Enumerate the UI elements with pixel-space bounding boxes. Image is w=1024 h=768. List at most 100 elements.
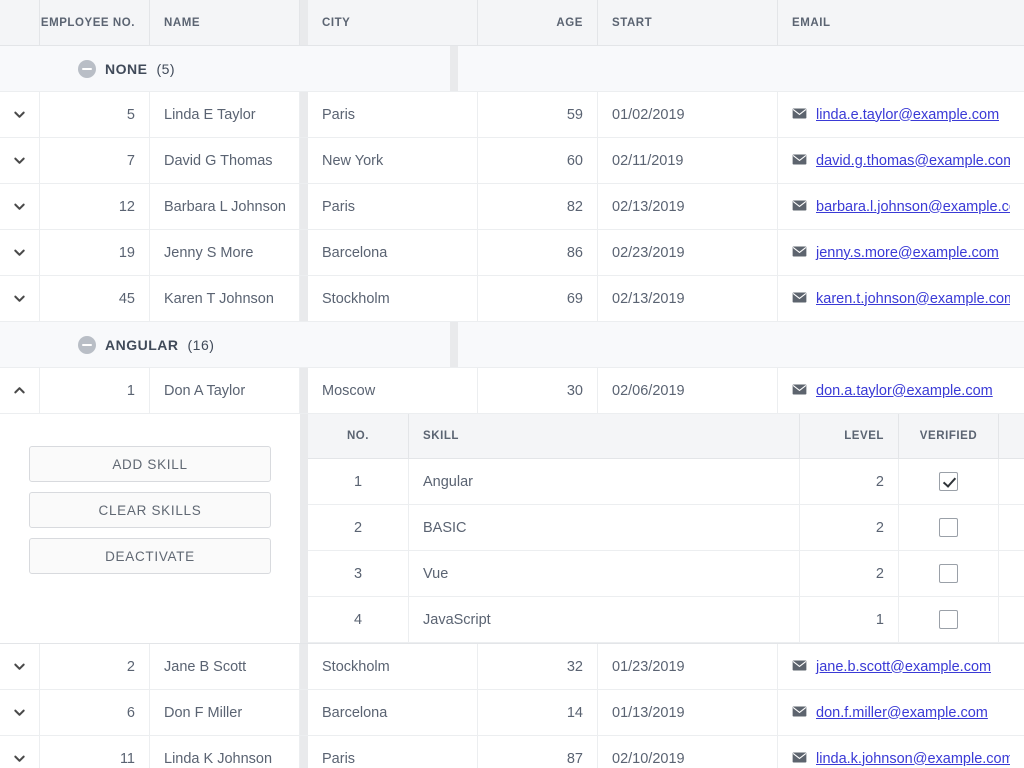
header-age[interactable]: AGE xyxy=(478,0,598,45)
cell-employee-no: 19 xyxy=(40,230,150,275)
table-row[interactable]: 11Linda K JohnsonParis8702/10/2019linda.… xyxy=(0,736,1024,768)
verified-checkbox[interactable] xyxy=(939,610,958,629)
email-link[interactable]: jane.b.scott@example.com xyxy=(816,659,991,675)
cell-email: barbara.l.johnson@example.com xyxy=(778,184,1024,229)
clear-skills-button[interactable]: CLEAR SKILLS xyxy=(29,492,271,528)
chevron-down-icon[interactable] xyxy=(13,292,26,305)
group-header-angular[interactable]: ANGULAR (16) xyxy=(0,322,1024,368)
skill-row[interactable]: 3Vue2 xyxy=(308,551,1024,597)
email-link[interactable]: linda.e.taylor@example.com xyxy=(816,107,999,123)
add-skill-button[interactable]: ADD SKILL xyxy=(29,446,271,482)
cell-skill-name: Vue xyxy=(409,551,800,596)
cell-name: Jenny S More xyxy=(150,230,300,275)
group-row-filler xyxy=(458,322,1024,367)
skill-row[interactable]: 4JavaScript1 xyxy=(308,597,1024,643)
cell-skill-no: 4 xyxy=(308,597,409,642)
cell-name: Jane B Scott xyxy=(150,644,300,689)
group-label-wrap[interactable]: NONE (5) xyxy=(40,46,450,91)
cell-age: 69 xyxy=(478,276,598,321)
header-start[interactable]: START xyxy=(598,0,778,45)
cell-skill-verified[interactable] xyxy=(899,597,999,642)
header-city[interactable]: CITY xyxy=(308,0,478,45)
table-row[interactable]: 2Jane B ScottStockholm3201/23/2019jane.b… xyxy=(0,644,1024,690)
row-expand-toggle[interactable] xyxy=(0,736,40,768)
chevron-down-icon[interactable] xyxy=(13,660,26,673)
email-link[interactable]: jenny.s.more@example.com xyxy=(816,245,999,261)
verified-checkbox[interactable] xyxy=(939,472,958,491)
cell-employee-no: 7 xyxy=(40,138,150,183)
row-expand-toggle[interactable] xyxy=(0,230,40,275)
mail-icon xyxy=(792,107,807,123)
chevron-down-icon[interactable] xyxy=(13,200,26,213)
cell-start: 01/23/2019 xyxy=(598,644,778,689)
cell-city: Moscow xyxy=(308,368,478,413)
circle-minus-icon[interactable] xyxy=(78,60,96,78)
frozen-column-divider xyxy=(300,736,308,768)
header-skill-verified[interactable]: VERIFIED xyxy=(899,414,999,458)
circle-minus-icon[interactable] xyxy=(78,336,96,354)
group-header-none[interactable]: NONE (5) xyxy=(0,46,1024,92)
email-link[interactable]: barbara.l.johnson@example.com xyxy=(816,199,1010,215)
row-expand-toggle[interactable] xyxy=(0,138,40,183)
chevron-up-icon[interactable] xyxy=(13,384,26,397)
table-row[interactable]: 7David G ThomasNew York6002/11/2019david… xyxy=(0,138,1024,184)
row-expand-toggle[interactable] xyxy=(0,184,40,229)
cell-skill-verified[interactable] xyxy=(899,551,999,596)
row-expand-toggle[interactable] xyxy=(0,368,40,413)
cell-age: 87 xyxy=(478,736,598,768)
frozen-column-divider xyxy=(300,276,308,321)
chevron-down-icon[interactable] xyxy=(13,752,26,765)
table-row[interactable]: 12Barbara L JohnsonParis8202/13/2019barb… xyxy=(0,184,1024,230)
table-row[interactable]: 19Jenny S MoreBarcelona8602/23/2019jenny… xyxy=(0,230,1024,276)
header-skill-name[interactable]: SKILL xyxy=(409,414,800,458)
table-row[interactable]: 6Don F MillerBarcelona1401/13/2019don.f.… xyxy=(0,690,1024,736)
email-link[interactable]: david.g.thomas@example.com xyxy=(816,153,1010,169)
cell-start: 01/02/2019 xyxy=(598,92,778,137)
group-label-wrap[interactable]: ANGULAR (16) xyxy=(40,322,450,367)
cell-skill-verified[interactable] xyxy=(899,459,999,504)
skill-row[interactable]: 2BASIC2 xyxy=(308,505,1024,551)
skill-row[interactable]: 1Angular2 xyxy=(308,459,1024,505)
cell-skill-name: JavaScript xyxy=(409,597,800,642)
header-employee-no[interactable]: EMPLOYEE NO. xyxy=(40,0,150,45)
header-email[interactable]: EMAIL xyxy=(778,0,1024,45)
header-expand-spacer xyxy=(0,0,40,45)
cell-skill-level: 2 xyxy=(800,459,899,504)
cell-email: jenny.s.more@example.com xyxy=(778,230,1024,275)
header-skill-no[interactable]: NO. xyxy=(308,414,409,458)
frozen-column-divider xyxy=(450,322,458,367)
table-row[interactable]: 45Karen T JohnsonStockholm6902/13/2019ka… xyxy=(0,276,1024,322)
email-link[interactable]: karen.t.johnson@example.com xyxy=(816,291,1010,307)
row-expand-toggle[interactable] xyxy=(0,644,40,689)
email-link[interactable]: don.f.miller@example.com xyxy=(816,705,988,721)
cell-employee-no: 5 xyxy=(40,92,150,137)
verified-checkbox[interactable] xyxy=(939,518,958,537)
employee-data-grid: EMPLOYEE NO. NAME CITY AGE START EMAIL N… xyxy=(0,0,1024,768)
cell-skill-level: 2 xyxy=(800,551,899,596)
cell-city: Stockholm xyxy=(308,644,478,689)
mail-icon xyxy=(792,751,807,767)
chevron-down-icon[interactable] xyxy=(13,706,26,719)
verified-checkbox[interactable] xyxy=(939,564,958,583)
header-skill-level[interactable]: LEVEL xyxy=(800,414,899,458)
row-expand-toggle[interactable] xyxy=(0,690,40,735)
chevron-down-icon[interactable] xyxy=(13,108,26,121)
cell-start: 02/13/2019 xyxy=(598,184,778,229)
email-link[interactable]: don.a.taylor@example.com xyxy=(816,383,993,399)
frozen-column-divider xyxy=(300,690,308,735)
table-row[interactable]: 5Linda E TaylorParis5901/02/2019linda.e.… xyxy=(0,92,1024,138)
table-row[interactable]: 1Don A TaylorMoscow3002/06/2019don.a.tay… xyxy=(0,368,1024,414)
header-name[interactable]: NAME xyxy=(150,0,300,45)
cell-name: Barbara L Johnson xyxy=(150,184,300,229)
deactivate-button[interactable]: DEACTIVATE xyxy=(29,538,271,574)
group-name: ANGULAR xyxy=(105,337,179,353)
chevron-down-icon[interactable] xyxy=(13,246,26,259)
cell-skill-verified[interactable] xyxy=(899,505,999,550)
cell-start: 02/23/2019 xyxy=(598,230,778,275)
row-expand-toggle[interactable] xyxy=(0,92,40,137)
chevron-down-icon[interactable] xyxy=(13,154,26,167)
mail-icon xyxy=(792,153,807,169)
email-link[interactable]: linda.k.johnson@example.com xyxy=(816,751,1010,767)
cell-employee-no: 45 xyxy=(40,276,150,321)
row-expand-toggle[interactable] xyxy=(0,276,40,321)
